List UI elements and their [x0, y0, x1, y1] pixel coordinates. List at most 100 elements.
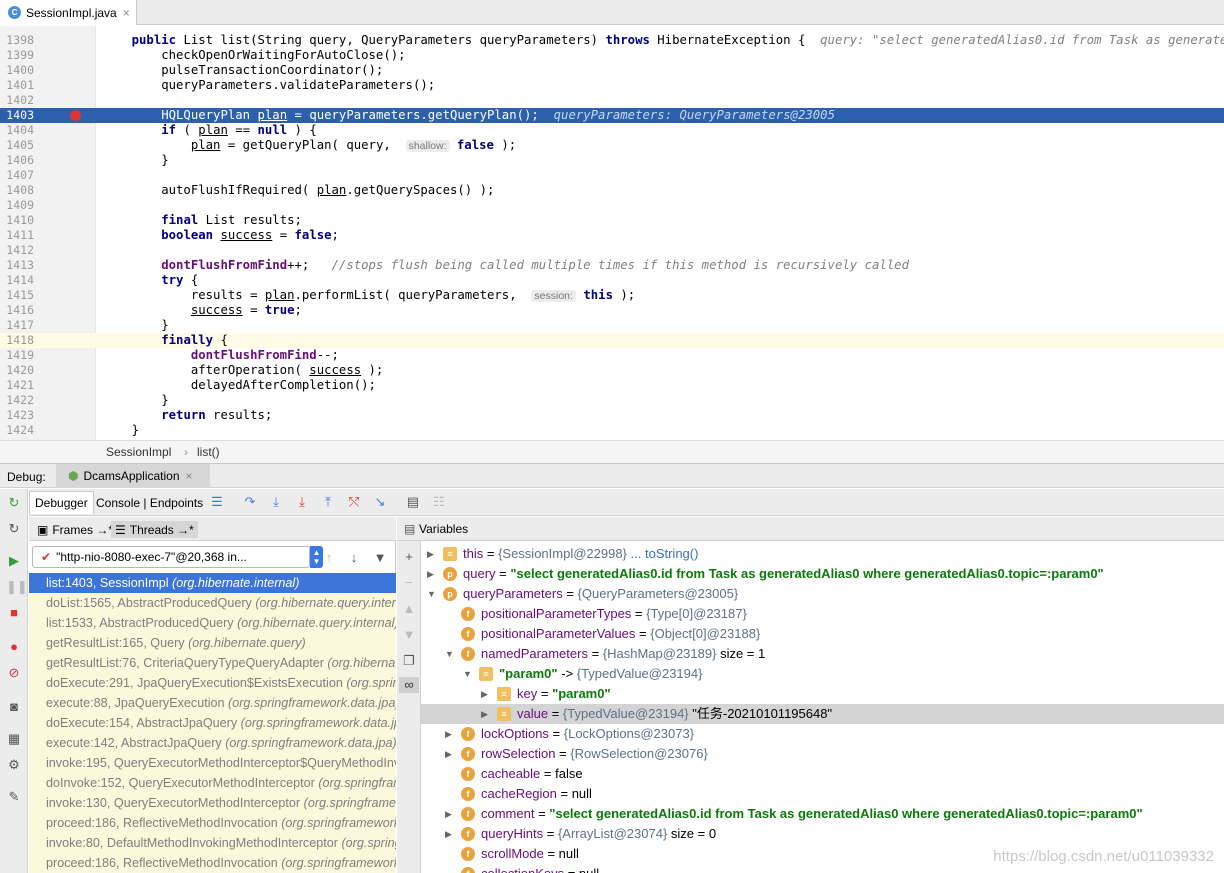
chevron-right-icon[interactable]: ▶ — [427, 544, 437, 564]
tab-dcams-application[interactable]: ⬢ DcamsApplication × — [56, 464, 210, 488]
pause-icon[interactable]: ❚❚ — [6, 579, 28, 595]
frame-item[interactable]: invoke:130, QueryExecutorMethodIntercept… — [29, 793, 396, 813]
mute-breakpoints-icon[interactable]: ⊘ — [6, 665, 22, 681]
chevron-right-icon[interactable]: ▶ — [445, 744, 455, 764]
code-line[interactable]: 1409 — [0, 198, 1224, 213]
code-line[interactable]: 1416 success = true; — [0, 303, 1224, 318]
evaluate-expression-icon[interactable]: ▤ — [405, 494, 421, 510]
frame-item[interactable]: list:1403, SessionImpl (org.hibernate.in… — [29, 573, 396, 593]
code-line[interactable]: 1414 try { — [0, 273, 1224, 288]
chevron-down-icon[interactable]: ▼ — [445, 644, 455, 664]
line-number[interactable]: 1422 — [0, 393, 34, 408]
code-line[interactable]: 1406 } — [0, 153, 1224, 168]
breadcrumb-class[interactable]: SessionImpl — [106, 445, 171, 459]
frame-item[interactable]: execute:88, JpaQueryExecution (org.sprin… — [29, 693, 396, 713]
tab-frames[interactable]: ▣ Frames →* — [33, 521, 117, 538]
code-line[interactable]: 1408 autoFlushIfRequired( plan.getQueryS… — [0, 183, 1224, 198]
line-number[interactable]: 1416 — [0, 303, 34, 318]
line-number[interactable]: 1400 — [0, 63, 34, 78]
line-number[interactable]: 1406 — [0, 153, 34, 168]
variable-row[interactable]: f cacheRegion = null — [421, 784, 1224, 804]
code-line[interactable]: 1419 dontFlushFromFind--; — [0, 348, 1224, 363]
view-breakpoints-icon[interactable]: ● — [6, 639, 22, 655]
line-number[interactable]: 1404 — [0, 123, 34, 138]
tab-console-endpoints[interactable]: Console | Endpoints — [91, 491, 208, 514]
code-line[interactable]: 1401 queryParameters.validateParameters(… — [0, 78, 1224, 93]
pin-icon[interactable]: ✎ — [6, 789, 22, 805]
frame-item[interactable]: getResultList:165, Query (org.hibernate.… — [29, 633, 396, 653]
chevron-right-icon[interactable]: ▶ — [445, 724, 455, 744]
rerun-icon[interactable]: ↻ — [6, 495, 22, 511]
code-line[interactable]: 1422 } — [0, 393, 1224, 408]
code-line[interactable]: 1415 results = plan.performList( queryPa… — [0, 288, 1224, 303]
camera-icon[interactable]: ◙ — [6, 699, 22, 715]
variable-row[interactable]: ▶ ≡ key = "param0" — [421, 684, 1224, 704]
tab-sessionimpl[interactable]: C SessionImpl.java × — [0, 0, 137, 25]
tab-threads[interactable]: ☰ Threads →* — [111, 521, 198, 538]
frame-item[interactable]: doExecute:154, AbstractJpaQuery (org.spr… — [29, 713, 396, 733]
trace-icon[interactable]: ☷ — [431, 494, 447, 510]
line-number[interactable]: 1421 — [0, 378, 34, 393]
line-number[interactable]: 1419 — [0, 348, 34, 363]
step-into-icon[interactable]: ⤓ — [268, 494, 284, 510]
line-number[interactable]: 1418 — [0, 333, 34, 348]
variable-row[interactable]: ▶ f queryHints = {ArrayList@23074} size = … — [421, 824, 1224, 844]
frame-item[interactable]: invoke:195, QueryExecutorMethodIntercept… — [29, 753, 396, 773]
line-number[interactable]: 1403 — [0, 108, 34, 123]
line-number[interactable]: 1405 — [0, 138, 34, 153]
variable-row[interactable]: ▶ p query = "select generatedAlias0.id fro… — [421, 564, 1224, 584]
drop-frame-icon[interactable]: ⤲ — [346, 494, 362, 510]
code-line[interactable]: 1421 delayedAfterCompletion(); — [0, 378, 1224, 393]
variable-row[interactable]: ▼ p queryParameters = {QueryParameters@230… — [421, 584, 1224, 604]
line-number[interactable]: 1402 — [0, 93, 34, 108]
layout-icon[interactable]: ▦ — [6, 731, 22, 747]
variable-row[interactable]: ▼ ≡ "param0" -> {TypedValue@23194} — [421, 664, 1224, 684]
chevron-right-icon[interactable]: ▶ — [445, 804, 455, 824]
variable-row[interactable]: ▶ f rowSelection = {RowSelection@23076} — [421, 744, 1224, 764]
code-line[interactable]: 1411 boolean success = false; — [0, 228, 1224, 243]
down-icon[interactable]: ▼ — [401, 627, 417, 643]
variable-row[interactable]: ▶ ≡ value = {TypedValue@23194} "任务-2021010… — [421, 704, 1224, 724]
frame-item[interactable]: proceed:186, ReflectiveMethodInvocation … — [29, 813, 396, 833]
code-line[interactable]: 1423 return results; — [0, 408, 1224, 423]
line-number[interactable]: 1412 — [0, 243, 34, 258]
arrow-up-icon[interactable]: ↑ — [321, 550, 337, 566]
line-number[interactable]: 1415 — [0, 288, 34, 303]
code-line[interactable]: 1407 — [0, 168, 1224, 183]
variable-row[interactable]: ▶ f comment = "select generatedAlias0.id f… — [421, 804, 1224, 824]
code-line[interactable]: 1399 checkOpenOrWaitingForAutoClose(); — [0, 48, 1224, 63]
copy-icon[interactable]: ❐ — [401, 653, 417, 669]
line-number[interactable]: 1414 — [0, 273, 34, 288]
up-icon[interactable]: ▲ — [401, 601, 417, 617]
line-number[interactable]: 1423 — [0, 408, 34, 423]
line-number[interactable]: 1401 — [0, 78, 34, 93]
variable-row[interactable]: ▼ f namedParameters = {HashMap@23189} size… — [421, 644, 1224, 664]
code-line[interactable]: 1412 — [0, 243, 1224, 258]
glasses-icon[interactable]: ∞ — [399, 677, 419, 693]
stop-icon[interactable]: ■ — [6, 605, 22, 621]
chevron-down-icon[interactable]: ▼ — [427, 584, 437, 604]
chevron-down-icon[interactable]: ▼ — [463, 664, 473, 684]
code-editor[interactable]: 1398 public List list(String query, Quer… — [0, 26, 1224, 440]
code-line[interactable]: 1403 HQLQueryPlan plan = queryParameters… — [0, 108, 1224, 123]
variable-row[interactable]: f positionalParameterTypes = {Type[0]@231… — [421, 604, 1224, 624]
show-execution-point-icon[interactable]: ☰ — [209, 494, 225, 510]
variable-row[interactable]: ▶ ≡ this = {SessionImpl@22998} ... toStrin… — [421, 544, 1224, 564]
code-line[interactable]: 1400 pulseTransactionCoordinator(); — [0, 63, 1224, 78]
step-out-icon[interactable]: ⤒ — [320, 494, 336, 510]
step-over-icon[interactable]: ↷ — [242, 494, 258, 510]
line-number[interactable]: 1420 — [0, 363, 34, 378]
frame-item[interactable]: doInvoke:152, QueryExecutorMethodInterce… — [29, 773, 396, 793]
frame-item[interactable]: invoke:80, DefaultMethodInvokingMethodIn… — [29, 833, 396, 853]
run-to-cursor-icon[interactable]: ↘ — [372, 494, 388, 510]
breakpoint-icon[interactable] — [70, 110, 81, 121]
tab-debugger[interactable]: Debugger — [29, 491, 94, 514]
settings-icon[interactable]: ⚙ — [6, 757, 22, 773]
code-line[interactable]: 1402 — [0, 93, 1224, 108]
variable-row[interactable]: f positionalParameterValues = {Object[0]@… — [421, 624, 1224, 644]
refresh-icon[interactable]: ↻ — [6, 521, 22, 537]
code-line[interactable]: 1404 if ( plan == null ) { — [0, 123, 1224, 138]
frame-item[interactable]: doExecute:291, JpaQueryExecution$ExistsE… — [29, 673, 396, 693]
code-line[interactable]: 1420 afterOperation( success ); — [0, 363, 1224, 378]
code-line[interactable]: 1398 public List list(String query, Quer… — [0, 33, 1224, 48]
